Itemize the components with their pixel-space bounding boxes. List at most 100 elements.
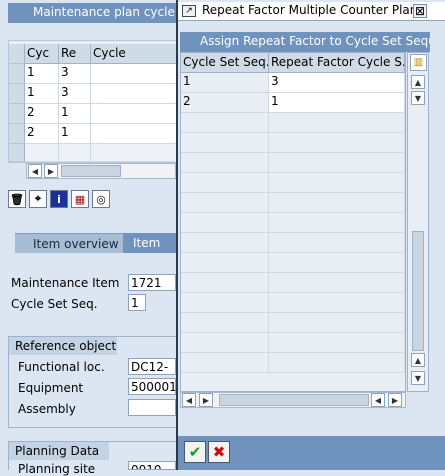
grid-cell[interactable] xyxy=(91,124,181,144)
scroll-right-icon[interactable]: ▶ xyxy=(199,393,213,407)
cycle-grid-hscroll[interactable]: ◀ ▶ xyxy=(26,163,176,179)
cancel-x-icon[interactable]: ✖ xyxy=(208,441,230,463)
cycle-set-seq-field[interactable]: 1 xyxy=(128,294,146,311)
scroll-thumb[interactable] xyxy=(219,394,369,406)
empty-table-cell[interactable] xyxy=(269,253,405,273)
empty-table-cell[interactable] xyxy=(269,273,405,293)
empty-table-cell[interactable] xyxy=(181,133,269,153)
scroll-thumb[interactable] xyxy=(61,165,121,177)
empty-table-cell[interactable] xyxy=(181,333,269,353)
repeat-factor-input[interactable]: 1 xyxy=(269,93,405,113)
grid-cell[interactable]: 1 xyxy=(25,64,59,84)
empty-table-cell[interactable] xyxy=(269,113,405,133)
repeat-factor-input[interactable]: 3 xyxy=(269,73,405,93)
grid-cell[interactable] xyxy=(91,144,181,162)
empty-table-cell[interactable] xyxy=(181,193,269,213)
empty-table-cell[interactable] xyxy=(269,193,405,213)
info-icon[interactable]: i xyxy=(50,190,68,208)
col-header-cycle-no[interactable]: Cyc xyxy=(25,44,59,64)
section-title: Assign Repeat Factor to Cycle Set Sequen xyxy=(180,32,430,52)
col-header-repeat-factor[interactable]: Repeat Factor Cycle S... xyxy=(269,53,405,73)
scroll-left-icon[interactable]: ◀ xyxy=(182,393,196,407)
grid-cell[interactable]: 1 xyxy=(59,104,91,124)
empty-table-cell[interactable] xyxy=(181,233,269,253)
empty-table-cell[interactable] xyxy=(181,293,269,313)
maintenance-item-label: Maintenance Item xyxy=(11,276,120,290)
grid-cell[interactable]: 3 xyxy=(59,84,91,104)
row-selector[interactable] xyxy=(9,104,25,124)
select-all-cell[interactable] xyxy=(9,44,25,64)
empty-table-cell[interactable] xyxy=(269,333,405,353)
scroll-left-icon[interactable]: ◀ xyxy=(28,164,42,178)
empty-table-cell[interactable] xyxy=(181,113,269,133)
empty-table-cell[interactable] xyxy=(181,313,269,333)
maintenance-item-field[interactable]: 1721 xyxy=(128,274,176,291)
empty-table-cell[interactable] xyxy=(269,313,405,333)
scroll-right-icon[interactable]: ▶ xyxy=(388,393,402,407)
scroll-thumb[interactable] xyxy=(412,231,424,351)
functional-loc-field[interactable]: DC12-1 xyxy=(128,358,176,375)
spiral-icon[interactable]: ◎ xyxy=(92,190,110,208)
empty-table-cell[interactable] xyxy=(269,153,405,173)
close-icon[interactable]: ⊠ xyxy=(413,4,427,18)
empty-table-cell[interactable] xyxy=(269,233,405,253)
grid-cell[interactable] xyxy=(91,84,181,104)
empty-table-cell[interactable] xyxy=(269,293,405,313)
tab-item[interactable]: Item xyxy=(123,233,180,253)
empty-table-cell[interactable] xyxy=(181,253,269,273)
cycle-set-seq-cell: 1 xyxy=(181,73,269,93)
scroll-up-icon[interactable]: ▲ xyxy=(411,353,425,367)
equipment-label: Equipment xyxy=(18,381,84,395)
grid-cell[interactable]: 2 xyxy=(25,104,59,124)
grid-cell[interactable]: 1 xyxy=(59,124,91,144)
delete-icon[interactable]: 🗑 xyxy=(8,190,26,208)
row-selector[interactable] xyxy=(9,84,25,104)
empty-table-cell[interactable] xyxy=(181,153,269,173)
cycle-section-title: Maintenance plan cycle xyxy=(8,3,176,23)
binoculars-icon[interactable]: ⌖ xyxy=(29,190,47,208)
empty-table-cell[interactable] xyxy=(181,213,269,233)
grid-cell[interactable] xyxy=(25,144,59,162)
grid-cell[interactable]: 2 xyxy=(25,124,59,144)
assembly-label: Assembly xyxy=(18,402,76,416)
dialog-window-icon: ↗ xyxy=(182,5,196,17)
tab-item-overview[interactable]: Item overview xyxy=(15,233,123,253)
cycle-set-seq-cell: 2 xyxy=(181,93,269,113)
row-selector[interactable] xyxy=(9,144,25,162)
col-header-cycle-set-seq[interactable]: Cycle Set Seq. xyxy=(181,53,269,73)
scroll-down-icon[interactable]: ▼ xyxy=(411,371,425,385)
reference-object-title: Reference object xyxy=(9,337,117,355)
col-header-repeat[interactable]: Re xyxy=(59,44,91,64)
row-selector[interactable] xyxy=(9,64,25,84)
grid-cell[interactable]: 1 xyxy=(25,84,59,104)
empty-table-cell[interactable] xyxy=(181,353,269,373)
table-vscroll[interactable]: ▥ ▲ ▼ ▲ ▼ xyxy=(407,52,429,392)
grid-cell[interactable]: 3 xyxy=(59,64,91,84)
assembly-field[interactable] xyxy=(128,399,176,416)
scroll-left-icon[interactable]: ◀ xyxy=(371,393,385,407)
calendar-icon[interactable]: ▦ xyxy=(71,190,89,208)
cycle-grid: Cyc Re Cycle 1 3 1 3 2 1 2 1 xyxy=(8,40,181,163)
planning-data-title: Planning Data xyxy=(9,442,109,460)
empty-table-cell[interactable] xyxy=(269,133,405,153)
empty-table-cell[interactable] xyxy=(181,273,269,293)
table-hscroll[interactable]: ◀ ▶ ◀ ▶ xyxy=(180,392,406,408)
dialog-title: Repeat Factor Multiple Counter Plan xyxy=(178,2,445,21)
row-selector[interactable] xyxy=(9,124,25,144)
ok-check-icon[interactable]: ✔ xyxy=(184,441,206,463)
equipment-field[interactable]: 5000016 xyxy=(128,378,176,395)
scroll-down-icon[interactable]: ▼ xyxy=(411,91,425,105)
empty-table-cell[interactable] xyxy=(269,173,405,193)
cycle-set-seq-label: Cycle Set Seq. xyxy=(11,297,98,311)
grid-cell[interactable] xyxy=(59,144,91,162)
empty-table-cell[interactable] xyxy=(269,353,405,373)
empty-table-cell[interactable] xyxy=(269,213,405,233)
planning-site-field[interactable]: 0010 xyxy=(128,461,176,470)
column-settings-icon[interactable]: ▥ xyxy=(410,54,427,71)
scroll-right-icon[interactable]: ▶ xyxy=(44,164,58,178)
empty-table-cell[interactable] xyxy=(181,173,269,193)
grid-cell[interactable] xyxy=(91,104,181,124)
grid-cell[interactable] xyxy=(91,64,181,84)
scroll-up-icon[interactable]: ▲ xyxy=(411,75,425,89)
col-header-cycle[interactable]: Cycle xyxy=(91,44,181,64)
